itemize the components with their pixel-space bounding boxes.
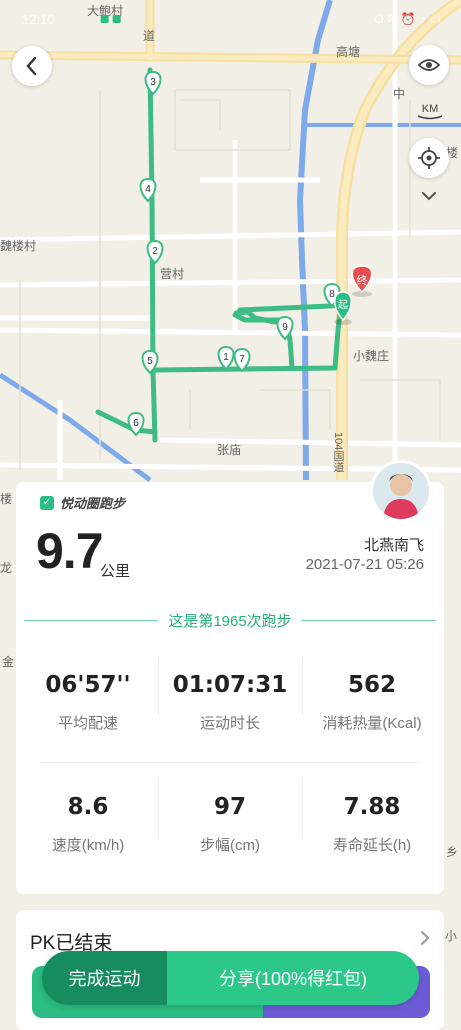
stat-value: 06'57'' xyxy=(45,672,131,698)
km-marker-label: 2 xyxy=(152,246,158,257)
user-name: 北燕南飞 xyxy=(363,537,424,554)
run-summary-card: ✓ 悦动圈跑步 9.7 公里 北燕南飞 2021-07-21 05:26 这是第… xyxy=(16,460,444,894)
stat-speed: 8.6 速度(km/h) xyxy=(18,794,158,855)
share-button[interactable]: 分享(100%得红包) xyxy=(167,951,419,1005)
run-count-row: 这是第1965次跑步 xyxy=(24,610,436,630)
expand-controls-button[interactable] xyxy=(409,176,449,216)
status-app-icons xyxy=(100,15,121,23)
chevron-left-icon xyxy=(26,56,37,76)
brand: ✓ 悦动圈跑步 xyxy=(40,493,125,512)
map-label-zhangmiao: 张庙 xyxy=(217,443,241,457)
km-icon: KM xyxy=(417,103,443,120)
map-label-weilou: 魏楼村 xyxy=(0,238,36,253)
stat-label: 步幅(cm) xyxy=(200,837,260,854)
chevron-right-icon xyxy=(421,931,430,945)
distance-unit: 公里 xyxy=(100,563,131,580)
map-label-gaotang: 高塘 xyxy=(336,44,360,59)
end-marker: 终 xyxy=(351,265,373,297)
km-marker-label: 1 xyxy=(223,352,229,363)
finish-workout-button[interactable]: 完成运动 xyxy=(42,951,167,1005)
km-marker-label: 5 xyxy=(147,356,153,367)
map-label-lou2: 楼 xyxy=(0,491,12,506)
crosshair-icon xyxy=(418,147,440,169)
map-label-zhong: 中 xyxy=(393,86,405,101)
stat-life-extension: 7.88 寿命延长(h) xyxy=(302,794,442,855)
run-date: 2021-07-21 05:26 xyxy=(305,556,424,573)
km-marker-label: 7 xyxy=(239,354,245,365)
stat-label: 消耗热量(Kcal) xyxy=(322,715,422,732)
eye-icon xyxy=(417,59,441,71)
stat-label: 运动时长 xyxy=(199,715,260,732)
row-divider xyxy=(40,762,420,763)
start-marker: 起 xyxy=(334,291,352,325)
stat-duration: 01:07:31 运动时长 xyxy=(160,672,300,733)
map-label-road-104: 104国道 xyxy=(332,432,345,472)
status-right-icons: ⊙ ✉ ⏰ ◔ ▭ xyxy=(374,12,441,26)
status-bar: 12:10 ⊙ ✉ ⏰ ◔ ▭ xyxy=(0,0,461,40)
stat-value: 97 xyxy=(213,794,246,820)
stat-label: 平均配速 xyxy=(57,715,118,732)
km-label: KM xyxy=(422,103,439,115)
avatar-image xyxy=(373,463,429,519)
km-marker-label: 3 xyxy=(150,77,156,88)
stat-value: 7.88 xyxy=(343,794,401,820)
map-label-xiang: 乡 xyxy=(446,845,458,859)
map-label-jin: 金 xyxy=(2,654,14,669)
avatar[interactable] xyxy=(370,460,432,522)
column-divider xyxy=(302,658,303,714)
map-label-long: 龙 xyxy=(0,561,12,575)
start-label: 起 xyxy=(338,299,348,311)
end-label: 终 xyxy=(357,273,368,287)
distance-value: 9.7 xyxy=(36,523,104,579)
brand-logo-icon: ✓ xyxy=(40,495,54,510)
back-button[interactable] xyxy=(12,46,52,86)
map-label-xiao: 小 xyxy=(445,929,457,943)
map-label-yingcun: 营村 xyxy=(160,267,184,281)
km-marker-toggle[interactable]: KM xyxy=(413,93,447,127)
km-marker-label: 4 xyxy=(145,184,151,195)
action-bar: 完成运动 分享(100%得红包) xyxy=(42,951,419,1005)
stat-label: 寿命延长(h) xyxy=(332,837,412,854)
status-time: 12:10 xyxy=(22,12,55,27)
stat-value: 8.6 xyxy=(67,794,109,820)
stat-label: 速度(km/h) xyxy=(51,837,125,854)
stat-value: 562 xyxy=(347,672,396,698)
km-marker-label: 6 xyxy=(133,418,139,429)
locate-button[interactable] xyxy=(409,138,449,178)
run-count-text: 这是第1965次跑步 xyxy=(168,612,292,630)
brand-name: 悦动圈跑步 xyxy=(60,496,126,511)
stat-stride: 97 步幅(cm) xyxy=(160,794,300,855)
map-label-xiaoweizhuang: 小魏庄 xyxy=(353,348,389,363)
stat-calories: 562 消耗热量(Kcal) xyxy=(302,672,442,733)
km-marker-label: 9 xyxy=(282,322,288,333)
divider-line xyxy=(24,619,159,621)
column-divider xyxy=(158,780,159,836)
toggle-visibility-button[interactable] xyxy=(409,45,449,85)
divider-line xyxy=(301,619,436,621)
stat-avg-pace: 06'57'' 平均配速 xyxy=(18,672,158,733)
column-divider xyxy=(302,780,303,836)
column-divider xyxy=(158,658,159,714)
chevron-down-icon xyxy=(422,192,436,201)
stat-value: 01:07:31 xyxy=(172,672,288,698)
